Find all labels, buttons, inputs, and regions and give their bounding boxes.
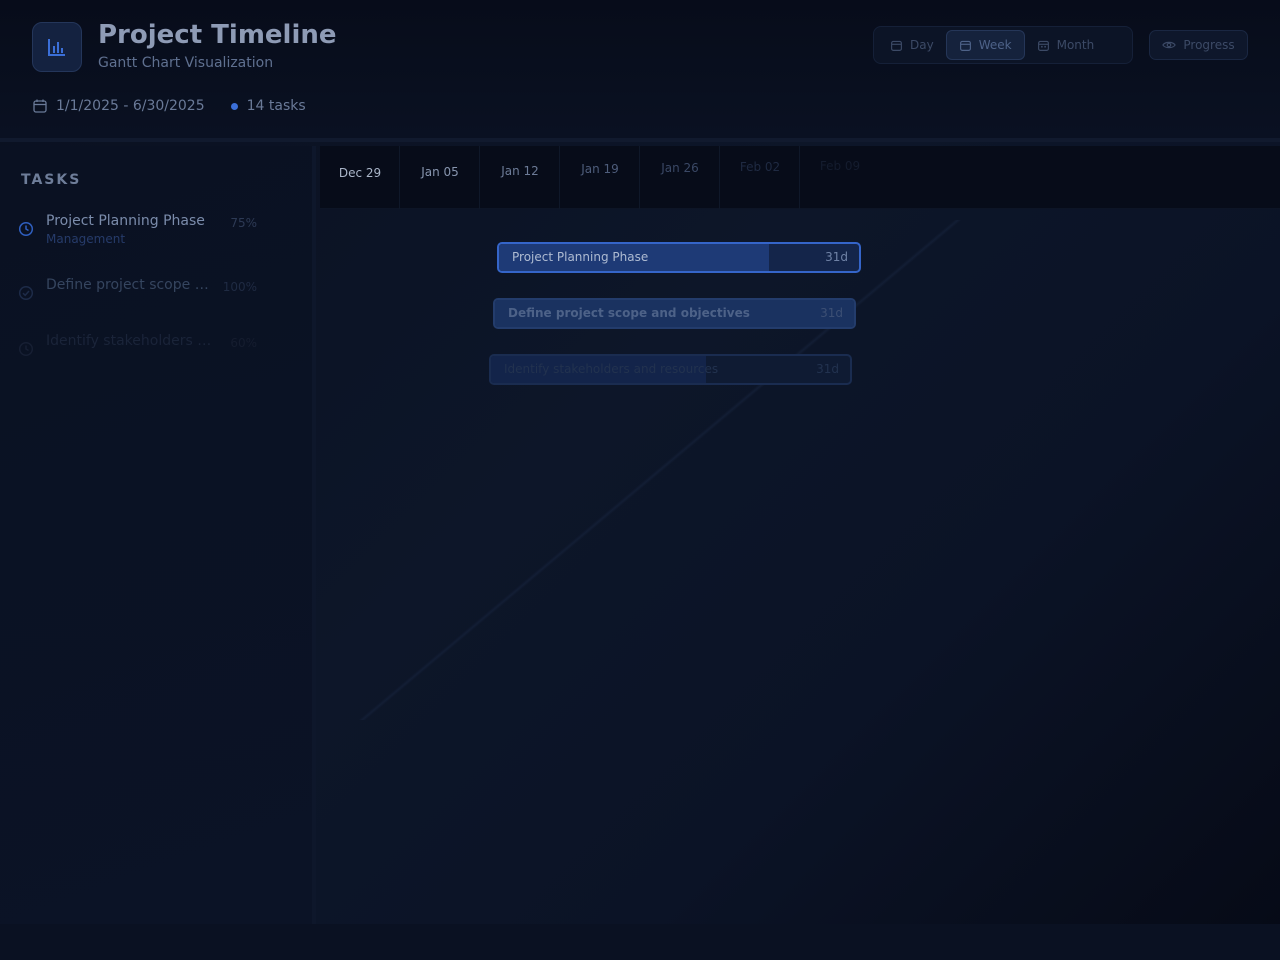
footer-strip: [0, 924, 1280, 960]
page-subtitle: Gantt Chart Visualization: [98, 55, 274, 71]
week-column-label: Jan 19: [560, 146, 640, 209]
eye-icon: [1162, 41, 1177, 49]
bar-duration: 31d: [816, 362, 839, 376]
task-percent: 100%: [222, 280, 257, 294]
clock-icon: [18, 221, 34, 237]
bar-duration: 31d: [825, 250, 848, 264]
task-list-item[interactable]: Project Planning Phase Management 75%: [0, 213, 312, 263]
gantt-bar[interactable]: Project Planning Phase 31d: [497, 242, 861, 273]
gantt-bar[interactable]: Define project scope and objectives 31d: [493, 298, 856, 329]
bar-chart-icon: [48, 39, 65, 56]
task-name: Identify stakeholders and resources: [46, 333, 214, 349]
bar-label: Define project scope and objectives: [508, 306, 750, 320]
task-name: Define project scope and objectives: [46, 277, 214, 293]
week-column-label: Jan 26: [640, 146, 720, 209]
timeline-header: Dec 29 Jan 05 Jan 12 Jan 19 Jan 26 Feb 0…: [320, 146, 1280, 209]
week-column-label: Jan 12: [480, 146, 560, 209]
app-header: Project Timeline Gantt Chart Visualizati…: [0, 0, 1280, 142]
task-percent: 60%: [230, 336, 257, 350]
calendar-icon: [32, 98, 48, 114]
view-day-button[interactable]: Day: [878, 30, 946, 60]
gantt-bar[interactable]: Identify stakeholders and resources 31d: [489, 354, 852, 385]
logo: [32, 22, 82, 72]
calendar-icon: [1037, 40, 1049, 51]
week-column-label: Jan 05: [400, 146, 480, 209]
tasks-heading: TASKS: [21, 172, 82, 188]
task-category: Management: [46, 232, 126, 246]
view-month-button[interactable]: Month: [1025, 30, 1107, 60]
task-list-item[interactable]: Identify stakeholders and resources 60%: [0, 333, 312, 383]
bar-label: Identify stakeholders and resources: [504, 362, 719, 376]
status-dot: [230, 102, 238, 110]
week-column-label: Feb 09: [819, 159, 861, 173]
task-count: 14 tasks: [246, 98, 306, 114]
task-name: Project Planning Phase: [46, 213, 205, 229]
page-title: Project Timeline: [98, 20, 337, 50]
check-circle-icon: [18, 285, 34, 301]
calendar-icon: [891, 40, 902, 51]
view-switch: Day Week Month: [873, 26, 1133, 64]
week-column-label: Dec 29: [320, 146, 400, 209]
bar-duration: 31d: [820, 306, 843, 320]
task-sidebar: TASKS Project Planning Phase Management …: [0, 146, 316, 924]
calendar-icon: [959, 40, 971, 51]
view-week-button[interactable]: Week: [945, 30, 1025, 60]
bar-label: Project Planning Phase: [512, 250, 649, 264]
clock-icon: [18, 341, 34, 357]
task-percent: 75%: [230, 216, 257, 230]
date-range: 1/1/2025 - 6/30/2025: [56, 98, 205, 114]
week-column-label: Feb 02: [720, 146, 800, 209]
meta-row: 1/1/2025 - 6/30/2025 14 tasks: [32, 98, 306, 114]
progress-toggle-button[interactable]: Progress: [1149, 30, 1248, 60]
task-list-item[interactable]: Define project scope and objectives 100%: [0, 277, 312, 327]
dependency-line: [330, 220, 990, 720]
